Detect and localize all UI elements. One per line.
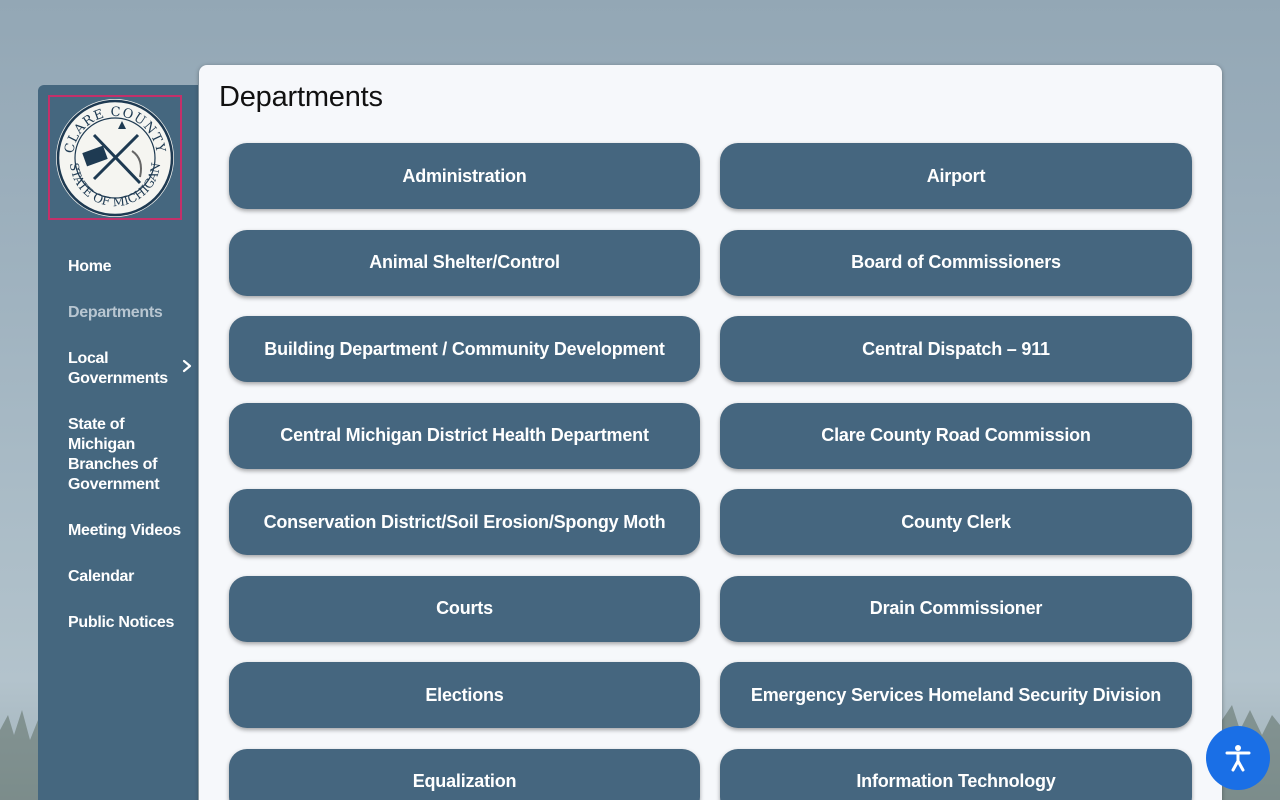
nav-item-local-governments[interactable]: Local Governments xyxy=(68,349,194,389)
department-button-administration[interactable]: Administration xyxy=(229,143,700,209)
accessibility-icon xyxy=(1225,745,1251,772)
departments-grid: Administration Airport Animal Shelter/Co… xyxy=(229,143,1192,800)
nav-item-home[interactable]: Home xyxy=(68,257,194,277)
nav-item-label: Departments xyxy=(68,304,163,321)
department-button-road-commission[interactable]: Clare County Road Commission xyxy=(720,402,1192,469)
department-button-health-department[interactable]: Central Michigan District Health Departm… xyxy=(229,402,700,469)
nav-item-label: Home xyxy=(68,258,112,275)
department-button-emergency-services[interactable]: Emergency Services Homeland Security Div… xyxy=(720,662,1192,728)
department-button-drain-commissioner[interactable]: Drain Commissioner xyxy=(720,575,1192,642)
department-button-board-of-commissioners[interactable]: Board of Commissioners xyxy=(720,229,1192,296)
nav-item-label: State of Michigan Branches of Government xyxy=(68,416,160,493)
county-seal-logo: CLARE COUNTY STATE OF MICHIGAN xyxy=(56,98,174,217)
department-button-elections[interactable]: Elections xyxy=(229,662,700,728)
department-button-airport[interactable]: Airport xyxy=(720,143,1192,209)
department-button-animal-shelter[interactable]: Animal Shelter/Control xyxy=(229,229,700,296)
main-nav: Home Departments Local Governments State… xyxy=(68,257,194,659)
department-button-information-technology[interactable]: Information Technology xyxy=(720,748,1192,800)
nav-item-calendar[interactable]: Calendar xyxy=(68,567,194,587)
department-button-conservation-district[interactable]: Conservation District/Soil Erosion/Spong… xyxy=(229,489,700,555)
nav-item-label: Public Notices xyxy=(68,614,175,631)
page-title: Departments xyxy=(219,81,383,113)
department-button-building-department[interactable]: Building Department / Community Developm… xyxy=(229,316,700,382)
nav-item-departments[interactable]: Departments xyxy=(68,303,194,323)
content-panel: Departments Administration Airport Anima… xyxy=(199,65,1222,800)
nav-item-label: Calendar xyxy=(68,568,135,585)
nav-item-public-notices[interactable]: Public Notices xyxy=(68,613,194,633)
nav-item-label: Local Governments xyxy=(68,350,168,387)
nav-item-state-branches[interactable]: State of Michigan Branches of Government xyxy=(68,415,194,495)
department-button-courts[interactable]: Courts xyxy=(229,575,700,642)
department-button-central-dispatch[interactable]: Central Dispatch – 911 xyxy=(720,316,1192,382)
chevron-right-icon[interactable] xyxy=(180,359,194,373)
nav-item-label: Meeting Videos xyxy=(68,522,181,539)
sidebar: CLARE COUNTY STATE OF MICHIGAN Home Depa… xyxy=(38,85,198,800)
accessibility-button[interactable] xyxy=(1206,726,1270,790)
department-button-equalization[interactable]: Equalization xyxy=(229,748,700,800)
department-button-county-clerk[interactable]: County Clerk xyxy=(720,489,1192,555)
nav-item-meeting-videos[interactable]: Meeting Videos xyxy=(68,521,194,541)
county-logo-link[interactable]: CLARE COUNTY STATE OF MICHIGAN xyxy=(48,95,182,220)
